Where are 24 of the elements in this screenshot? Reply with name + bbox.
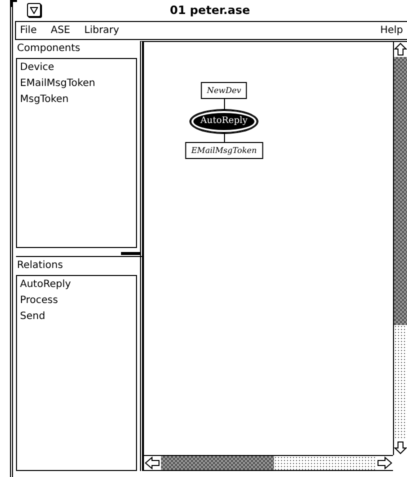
menu-item[interactable]: File	[20, 26, 37, 36]
menu-item[interactable]: Help	[380, 26, 403, 36]
window-title: 01 peter.ase	[170, 2, 250, 19]
scroll-right-arrow-icon[interactable]	[376, 456, 393, 470]
scroll-thumb[interactable]	[394, 57, 407, 325]
window-menu-button[interactable]	[27, 3, 41, 17]
list-item[interactable]: MsgToken	[20, 92, 133, 108]
menu-item[interactable]: Library	[84, 26, 120, 36]
resize-handle[interactable]	[121, 252, 140, 255]
scroll-down-arrow-icon[interactable]	[394, 440, 407, 455]
list-item[interactable]: AutoReply	[20, 277, 133, 293]
menu-item[interactable]: ASE	[50, 26, 70, 36]
triangle-icon	[30, 6, 38, 14]
scroll-thumb[interactable]	[161, 456, 274, 470]
list-item[interactable]: Process	[20, 293, 133, 309]
list-item[interactable]: Device	[20, 60, 133, 76]
list-item[interactable]: EMailMsgToken	[20, 76, 133, 92]
entity-node[interactable]: NewDev	[200, 82, 248, 99]
scroll-up-arrow-icon[interactable]	[394, 42, 407, 57]
panel-title: Relations	[16, 259, 64, 273]
entity-node[interactable]: EMailMsgToken	[185, 142, 263, 159]
scroll-left-arrow-icon[interactable]	[144, 456, 161, 470]
list-item[interactable]: Send	[20, 309, 133, 325]
panel-title: Components	[16, 42, 82, 56]
